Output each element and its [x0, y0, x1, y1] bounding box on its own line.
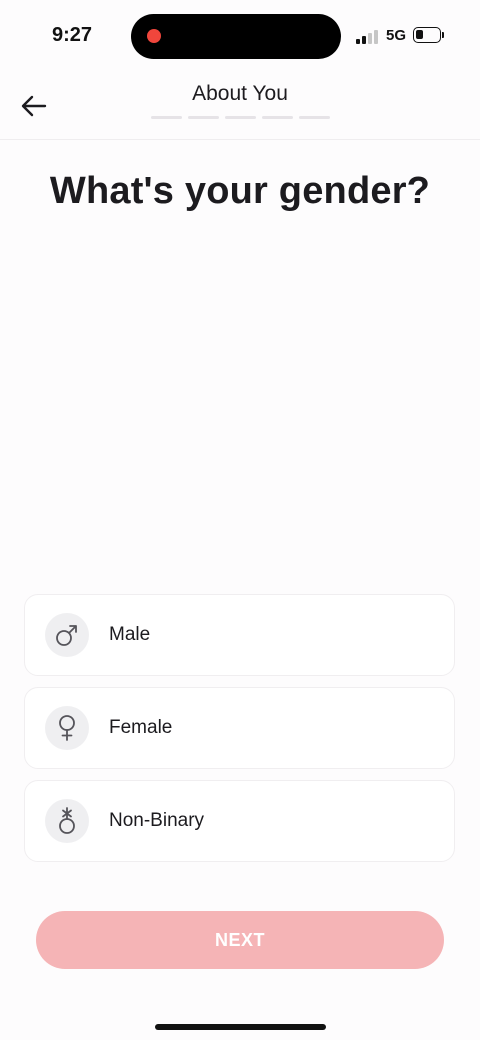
male-symbol-icon: [45, 613, 89, 657]
question-heading: What's your gender?: [49, 170, 431, 212]
home-indicator: [155, 1024, 326, 1030]
option-female[interactable]: Female: [24, 687, 455, 769]
progress-step: [262, 116, 293, 119]
option-label: Female: [109, 717, 173, 738]
dynamic-island: [131, 14, 341, 59]
battery-level: [416, 30, 423, 39]
progress-step: [225, 116, 256, 119]
network-type: 5G: [386, 27, 407, 44]
option-non-binary[interactable]: Non-Binary: [24, 780, 455, 862]
status-time: 9:27: [52, 24, 93, 46]
next-button[interactable]: NEXT: [36, 911, 444, 969]
battery-tip: [442, 32, 444, 38]
progress-step: [151, 116, 182, 119]
progress-indicator: [151, 116, 330, 119]
recording-indicator-icon: [147, 29, 161, 43]
female-symbol-icon: [45, 706, 89, 750]
progress-step: [299, 116, 330, 119]
progress-step: [188, 116, 219, 119]
page-title: About You: [192, 82, 288, 105]
battery-icon: [413, 27, 441, 43]
option-male[interactable]: Male: [24, 594, 455, 676]
header: About You: [0, 72, 480, 140]
non-binary-symbol-icon: [45, 799, 89, 843]
option-label: Non-Binary: [109, 810, 205, 831]
option-label: Male: [109, 624, 151, 645]
cellular-signal-icon: [356, 28, 378, 44]
status-bar: 9:27 5G: [0, 0, 480, 72]
